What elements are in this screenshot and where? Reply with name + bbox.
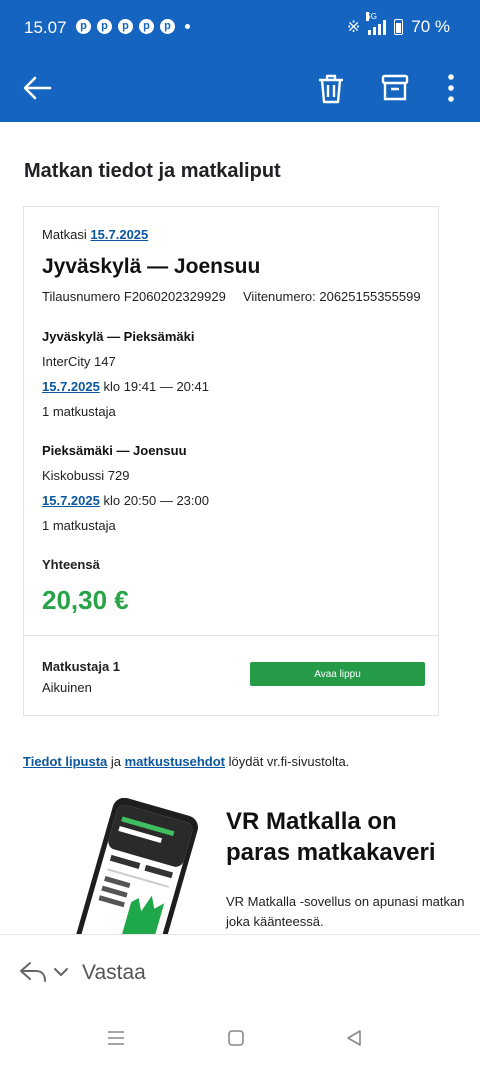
leg-date-link[interactable]: 15.7.2025 — [42, 493, 100, 508]
trash-icon — [319, 74, 343, 104]
terms-link[interactable]: matkustusehdot — [125, 754, 225, 769]
trip-date: Matkasi 15.7.2025 — [42, 227, 148, 242]
total-price: 20,30 € — [42, 585, 129, 615]
leg-time-range: klo 19:41 — 20:41 — [103, 379, 209, 394]
ticket-card: Matkasi 15.7.2025 Jyväskylä — Joensuu Ti… — [23, 206, 439, 716]
passenger-info: Matkustaja 1 Aikuinen — [42, 659, 120, 695]
trip-date-link[interactable]: 15.7.2025 — [90, 227, 148, 242]
open-ticket-button[interactable]: Avaa lippu — [250, 662, 425, 686]
pinterest-icon: p — [76, 19, 91, 34]
pinterest-icon: p — [139, 19, 154, 34]
leg-passengers: 1 matkustaja — [42, 518, 116, 533]
email-body[interactable]: Matkan tiedot ja matkaliput Matkasi 15.7… — [0, 122, 480, 934]
reference-number: Viitenumero: 20625155355599 — [243, 289, 421, 304]
leg-2: Pieksämäki — Joensuu Kiskobussi 729 15.7… — [42, 443, 209, 533]
leg-train: Kiskobussi 729 — [42, 468, 130, 483]
more-vertical-icon — [448, 74, 454, 102]
passenger-type: Aikuinen — [42, 680, 92, 695]
pinterest-icon: p — [118, 19, 133, 34]
footer-rest: löydät vr.fi-sivustolta. — [225, 754, 350, 769]
battery-level: 70 % — [411, 17, 450, 36]
ticket-info-link[interactable]: Tiedot lipusta — [23, 754, 107, 769]
leg-time-range: klo 20:50 — 23:00 — [103, 493, 209, 508]
leg-route: Jyväskylä — Pieksämäki — [42, 329, 195, 344]
leg-1: Jyväskylä — Pieksämäki InterCity 147 15.… — [42, 329, 209, 419]
passenger-title: Matkustaja 1 — [42, 659, 121, 674]
leg-time: 15.7.2025 klo 19:41 — 20:41 — [42, 379, 209, 394]
total-label: Yhteensä — [42, 557, 100, 572]
email-heading: Matkan tiedot ja matkaliput — [24, 160, 281, 182]
notification-icons: p p p p p — [76, 19, 190, 34]
archive-button[interactable] — [378, 68, 412, 108]
more-notifications-dot-icon — [185, 24, 190, 29]
pinterest-icon: p — [160, 19, 175, 34]
trip-route: Jyväskylä — Joensuu — [42, 255, 261, 278]
leg-passengers: 1 matkustaja — [42, 404, 116, 419]
leg-date-link[interactable]: 15.7.2025 — [42, 379, 100, 394]
phone-app-image — [72, 798, 198, 934]
system-nav-bar — [0, 1010, 480, 1067]
footer-and: ja — [107, 754, 125, 769]
signal-icon: 5G — [366, 12, 387, 35]
delete-button[interactable] — [314, 68, 348, 108]
leg-route: Pieksämäki — Joensuu — [42, 443, 187, 458]
chevron-down-icon[interactable] — [52, 963, 70, 981]
status-bar: 15.07 p p p p p ※ 5G 70 % — [0, 0, 480, 56]
status-time: 15.07 — [24, 18, 67, 37]
home-icon[interactable] — [226, 1028, 246, 1048]
leg-train: InterCity 147 — [42, 354, 116, 369]
footer-text: Tiedot lipusta ja matkustusehdot löydät … — [23, 754, 349, 769]
reply-label[interactable]: Vastaa — [82, 961, 146, 985]
order-number: Tilausnumero F2060202329929 — [42, 289, 226, 304]
reply-bar[interactable]: Vastaa — [0, 934, 480, 1010]
promo-text: VR Matkalla -sovellus on apunasi matkan … — [226, 894, 465, 930]
bluetooth-icon: ※ — [346, 19, 361, 36]
arrow-left-icon — [23, 76, 52, 100]
reply-icon[interactable] — [18, 959, 48, 985]
recent-apps-icon[interactable] — [106, 1028, 126, 1048]
back-triangle-icon[interactable] — [344, 1028, 364, 1048]
battery-icon — [394, 19, 404, 35]
status-indicators: ※ 5G 70 % — [346, 12, 450, 37]
pinterest-icon: p — [97, 19, 112, 34]
network-type: 5G — [366, 12, 377, 21]
back-button[interactable] — [20, 70, 56, 106]
card-divider — [24, 635, 438, 636]
leg-time: 15.7.2025 klo 20:50 — 23:00 — [42, 493, 209, 508]
trip-date-label: Matkasi — [42, 227, 87, 242]
more-options-button[interactable] — [440, 70, 462, 106]
email-toolbar — [0, 56, 480, 122]
promo-title: VR Matkalla on paras matkakaveri — [226, 808, 436, 867]
archive-icon — [381, 74, 409, 101]
